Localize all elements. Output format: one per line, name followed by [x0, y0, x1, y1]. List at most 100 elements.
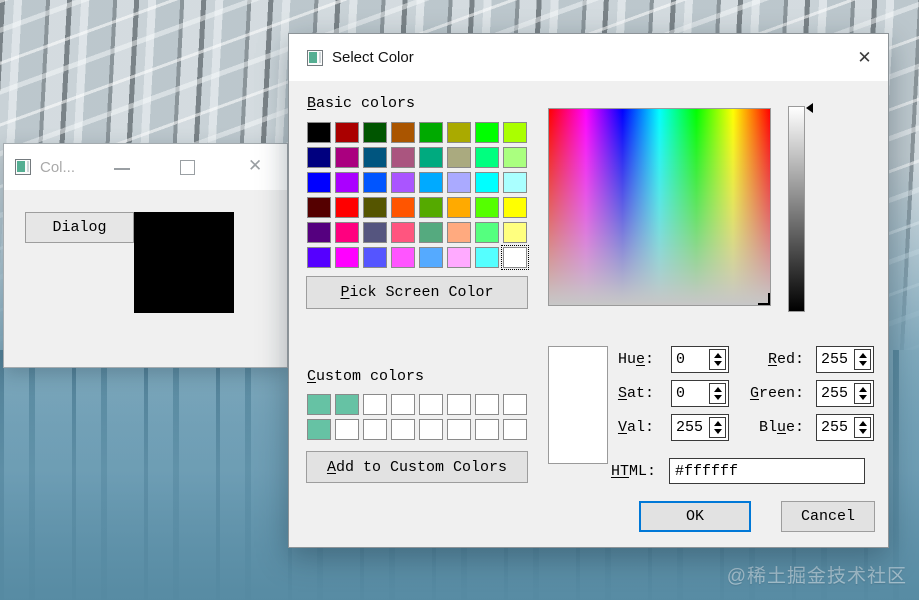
- spin-up-icon[interactable]: [713, 353, 722, 358]
- pick-screen-color-button[interactable]: Pick Screen Color: [306, 276, 528, 309]
- color-swatch[interactable]: [307, 247, 331, 268]
- color-swatch[interactable]: [503, 394, 527, 415]
- color-swatch[interactable]: [307, 197, 331, 218]
- color-swatch[interactable]: [391, 197, 415, 218]
- close-icon[interactable]: ✕: [248, 156, 262, 176]
- color-swatch[interactable]: [307, 222, 331, 243]
- color-swatch[interactable]: [307, 122, 331, 143]
- color-swatch[interactable]: [335, 247, 359, 268]
- color-swatch[interactable]: [391, 172, 415, 193]
- spin-up-icon[interactable]: [713, 421, 722, 426]
- color-swatch[interactable]: [419, 247, 443, 268]
- color-swatch[interactable]: [391, 247, 415, 268]
- blue-spinbox[interactable]: 255: [816, 414, 874, 441]
- color-swatch[interactable]: [419, 172, 443, 193]
- color-swatch[interactable]: [335, 419, 359, 440]
- color-swatch[interactable]: [335, 172, 359, 193]
- add-to-custom-colors-button[interactable]: Add to Custom Colors: [306, 451, 528, 483]
- spin-down-icon[interactable]: [713, 395, 722, 400]
- color-swatch[interactable]: [447, 394, 471, 415]
- color-swatch[interactable]: [307, 172, 331, 193]
- spin-down-icon[interactable]: [713, 429, 722, 434]
- color-swatch[interactable]: [363, 247, 387, 268]
- color-swatch[interactable]: [503, 222, 527, 243]
- color-swatch[interactable]: [307, 419, 331, 440]
- spinner-arrows[interactable]: [709, 349, 726, 370]
- color-swatch[interactable]: [335, 147, 359, 168]
- cancel-button[interactable]: Cancel: [781, 501, 875, 532]
- color-swatch[interactable]: [475, 197, 499, 218]
- spin-up-icon[interactable]: [858, 421, 867, 426]
- color-swatch[interactable]: [503, 197, 527, 218]
- spinner-arrows[interactable]: [709, 417, 726, 438]
- close-icon[interactable]: ✕: [841, 34, 888, 81]
- color-swatch[interactable]: [363, 394, 387, 415]
- color-swatch[interactable]: [363, 122, 387, 143]
- color-swatch[interactable]: [475, 122, 499, 143]
- color-swatch[interactable]: [475, 247, 499, 268]
- color-swatch[interactable]: [475, 147, 499, 168]
- minimize-icon[interactable]: [114, 168, 130, 170]
- color-swatch[interactable]: [447, 247, 471, 268]
- val-spinbox[interactable]: 255: [671, 414, 729, 441]
- child-window-titlebar[interactable]: Col... ✕: [4, 144, 287, 190]
- sat-spinbox[interactable]: 0: [671, 380, 729, 407]
- color-swatch[interactable]: [391, 222, 415, 243]
- open-dialog-button[interactable]: Dialog: [25, 212, 134, 243]
- spin-down-icon[interactable]: [858, 361, 867, 366]
- html-color-input[interactable]: [669, 458, 865, 484]
- value-luminance-slider[interactable]: [788, 106, 805, 312]
- color-swatch[interactable]: [447, 172, 471, 193]
- color-swatch[interactable]: [475, 222, 499, 243]
- color-swatch[interactable]: [335, 394, 359, 415]
- dialog-titlebar[interactable]: Select Color ✕: [289, 34, 888, 81]
- color-swatch[interactable]: [307, 394, 331, 415]
- color-swatch[interactable]: [419, 419, 443, 440]
- spinner-arrows[interactable]: [854, 417, 871, 438]
- color-swatch[interactable]: [447, 419, 471, 440]
- color-swatch[interactable]: [503, 122, 527, 143]
- spinner-arrows[interactable]: [709, 383, 726, 404]
- color-swatch[interactable]: [363, 197, 387, 218]
- color-swatch[interactable]: [475, 419, 499, 440]
- color-swatch[interactable]: [503, 419, 527, 440]
- color-swatch[interactable]: [419, 197, 443, 218]
- green-spinbox[interactable]: 255: [816, 380, 874, 407]
- slider-arrow-icon[interactable]: [806, 103, 813, 113]
- color-swatch[interactable]: [419, 394, 443, 415]
- color-swatch[interactable]: [391, 394, 415, 415]
- spin-down-icon[interactable]: [858, 429, 867, 434]
- color-swatch[interactable]: [501, 245, 529, 270]
- color-swatch[interactable]: [475, 394, 499, 415]
- red-spinbox[interactable]: 255: [816, 346, 874, 373]
- spin-down-icon[interactable]: [858, 395, 867, 400]
- spin-up-icon[interactable]: [858, 387, 867, 392]
- color-swatch[interactable]: [447, 147, 471, 168]
- color-swatch[interactable]: [363, 222, 387, 243]
- spin-up-icon[interactable]: [713, 387, 722, 392]
- color-swatch[interactable]: [335, 197, 359, 218]
- color-swatch[interactable]: [419, 147, 443, 168]
- ok-button[interactable]: OK: [639, 501, 751, 532]
- spinner-arrows[interactable]: [854, 349, 871, 370]
- color-swatch[interactable]: [363, 419, 387, 440]
- spinner-arrows[interactable]: [854, 383, 871, 404]
- color-swatch[interactable]: [419, 222, 443, 243]
- color-swatch[interactable]: [391, 419, 415, 440]
- color-swatch[interactable]: [419, 122, 443, 143]
- color-swatch[interactable]: [363, 147, 387, 168]
- color-swatch[interactable]: [391, 122, 415, 143]
- hue-spinbox[interactable]: 0: [671, 346, 729, 373]
- color-swatch[interactable]: [447, 122, 471, 143]
- color-swatch[interactable]: [447, 222, 471, 243]
- color-swatch[interactable]: [503, 147, 527, 168]
- maximize-icon[interactable]: [180, 160, 195, 175]
- spin-up-icon[interactable]: [858, 353, 867, 358]
- color-swatch[interactable]: [447, 197, 471, 218]
- color-swatch[interactable]: [503, 172, 527, 193]
- color-swatch[interactable]: [335, 222, 359, 243]
- color-swatch[interactable]: [335, 122, 359, 143]
- spin-down-icon[interactable]: [713, 361, 722, 366]
- color-swatch[interactable]: [363, 172, 387, 193]
- color-swatch[interactable]: [391, 147, 415, 168]
